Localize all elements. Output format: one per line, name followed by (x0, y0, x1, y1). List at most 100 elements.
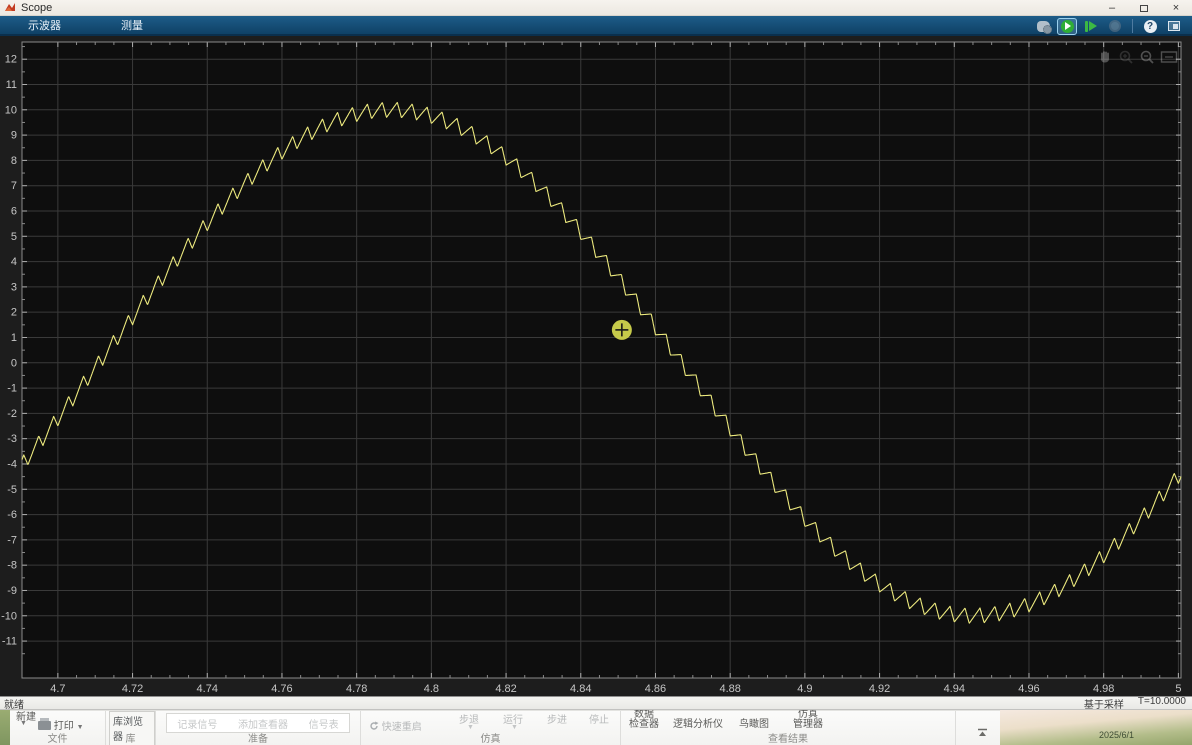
desktop-sliver-left (0, 710, 10, 745)
xtick-label: 4.86 (645, 683, 666, 695)
toolstrip-group-file: 新建 ▼ 打印 ▼ 文件 (10, 711, 106, 745)
ytick-label: 3 (11, 281, 17, 293)
group-label-simulation: 仿真 (361, 730, 620, 745)
xtick-label: 4.76 (271, 683, 292, 695)
tab-oscilloscope[interactable]: 示波器 (16, 15, 73, 35)
xtick-label: 4.74 (197, 683, 218, 695)
zoom-out-icon[interactable] (1139, 49, 1155, 65)
ytick-label: 7 (11, 180, 17, 192)
new-dropdown-caret[interactable]: ▼ (20, 720, 27, 727)
highlight-in-model-button[interactable] (1164, 18, 1184, 35)
step-forward-icon (1085, 21, 1088, 32)
status-sample-mode: 基于采样 (1084, 696, 1124, 711)
xtick-label: 4.8 (424, 683, 439, 695)
group-label-review-results: 查看结果 (621, 730, 955, 745)
step-forward-button[interactable] (1081, 18, 1101, 35)
add-viewer-button[interactable]: 添加查看器 (238, 716, 288, 731)
xtick-label: 4.98 (1093, 683, 1114, 695)
ytick-label: 6 (11, 205, 17, 217)
plot-area: 4.7 4.72 4.74 4.76 4.78 4.8 4.82 4.84 4.86 4.88 4.… (0, 36, 1192, 696)
ytick-label: -11 (2, 636, 17, 648)
scope-window: Scope – × 示波器 测量 ? 4.74.724.744.7 (0, 0, 1192, 745)
desktop-date: 2025/6/1 (1099, 730, 1134, 740)
printer-icon (38, 721, 51, 730)
plot-hover-tools (1097, 49, 1178, 65)
title-bar: Scope – × (0, 0, 1192, 16)
stop-button-bg[interactable]: 停止 (589, 711, 609, 726)
group-label-library: 库 (106, 730, 155, 745)
status-bar: 就绪 基于采样 T=10.0000 (0, 696, 1192, 710)
stop-icon (1109, 20, 1121, 32)
group-label-file: 文件 (10, 730, 105, 745)
collapse-ribbon-icon (977, 728, 988, 737)
ytick-label: 0 (11, 357, 17, 369)
maximize-icon (1140, 5, 1148, 12)
xtick-label: 5 (1175, 683, 1181, 695)
ytick-label: 10 (5, 104, 17, 116)
ytick-label: -6 (7, 509, 17, 521)
step-forward-button-bg[interactable]: 步进 (547, 711, 567, 726)
help-icon: ? (1144, 20, 1157, 33)
ytick-label: -5 (7, 484, 17, 496)
ytick-label: -3 (7, 433, 17, 445)
toolstrip-group-review-results: 数据 检查器 逻辑分析仪 鸟瞰图 仿真 管理器 查看结果 (621, 711, 956, 745)
background-window-strip: 新建 ▼ 打印 ▼ 文件 库浏览器 库 记录信号 添加查看器 信号表 (0, 710, 1192, 745)
window-title: Scope (21, 2, 52, 14)
ytick-label: 4 (11, 256, 17, 268)
ytick-label: -8 (7, 560, 17, 572)
xtick-label: 4.9 (797, 683, 812, 695)
collapse-ribbon-button[interactable] (973, 725, 991, 739)
matlab-logo-icon (4, 2, 16, 13)
toolstrip-group-library: 库浏览器 库 (106, 711, 156, 745)
logic-analyzer-button[interactable]: 逻辑分析仪 (673, 715, 723, 730)
help-button[interactable]: ? (1140, 18, 1160, 35)
ytick-label: 9 (11, 130, 17, 142)
pan-hand-icon[interactable] (1097, 49, 1113, 65)
xtick-label: 4.82 (495, 683, 516, 695)
birds-eye-view-button[interactable]: 鸟瞰图 (739, 715, 769, 730)
desktop-sliver-right: 2025/6/1 (1000, 710, 1192, 745)
minimize-button[interactable]: – (1096, 0, 1128, 16)
xtick-label: 4.96 (1018, 683, 1039, 695)
ytick-label: -2 (7, 408, 17, 420)
log-signals-button[interactable]: 记录信号 (177, 716, 217, 731)
ytick-label: 5 (11, 231, 17, 243)
ytick-label: 2 (11, 307, 17, 319)
axes-background (22, 42, 1181, 678)
xtick-label: 4.88 (719, 683, 740, 695)
close-button[interactable]: × (1160, 0, 1192, 16)
xtick-label: 4.7 (50, 683, 65, 695)
toolstrip-group-prepare: 记录信号 添加查看器 信号表 准备 (156, 711, 361, 745)
ytick-label: -10 (1, 610, 17, 622)
ytick-label: -9 (7, 585, 17, 597)
group-label-prepare: 准备 (156, 730, 360, 745)
tab-measurement[interactable]: 测量 (109, 15, 155, 35)
ytick-label: -1 (7, 383, 17, 395)
simulation-manager-button[interactable]: 仿真 管理器 (793, 710, 823, 730)
ytick-label: 12 (5, 54, 17, 66)
zoom-in-icon[interactable] (1118, 49, 1134, 65)
toolstrip-group-simulation: 快速重启 步退 ▼ 运行 ▼ 步进 停止 仿真 (361, 711, 621, 745)
xtick-label: 4.94 (944, 683, 965, 695)
xtick-label: 4.78 (346, 683, 367, 695)
settings-gear-icon[interactable] (1033, 18, 1053, 35)
ytick-label: 1 (11, 332, 17, 344)
ytick-label: -7 (7, 534, 17, 546)
stop-button[interactable] (1105, 18, 1125, 35)
simulink-toolstrip: 新建 ▼ 打印 ▼ 文件 库浏览器 库 记录信号 添加查看器 信号表 (10, 710, 1000, 745)
xtick-label: 4.92 (869, 683, 890, 695)
toolbar-separator (1132, 19, 1133, 33)
maximize-button[interactable] (1128, 0, 1160, 16)
run-button[interactable] (1057, 18, 1077, 35)
ytick-label: 11 (6, 79, 17, 91)
data-inspector-button[interactable]: 数据 检查器 (629, 710, 659, 730)
signal-table-button[interactable]: 信号表 (309, 716, 339, 731)
xtick-label: 4.72 (122, 683, 143, 695)
plot-canvas[interactable]: 4.7 4.72 4.74 4.76 4.78 4.8 4.82 4.84 4.86 4.88 4.… (0, 36, 1192, 696)
fit-to-view-icon[interactable] (1160, 49, 1178, 65)
scope-toolbar: ? (1033, 16, 1184, 36)
ytick-label: 8 (11, 155, 17, 167)
xtick-label: 4.84 (570, 683, 591, 695)
ytick-label: -4 (7, 458, 17, 470)
status-ready: 就绪 (4, 696, 24, 711)
